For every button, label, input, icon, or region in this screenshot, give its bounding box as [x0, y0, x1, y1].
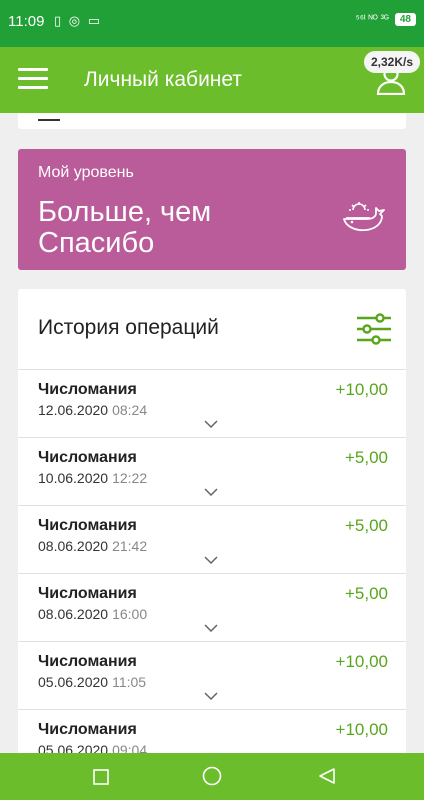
home-icon[interactable] [202, 766, 222, 786]
page-title: Личный кабинет [84, 68, 242, 91]
history-title: История операций [38, 316, 219, 339]
operation-amount: +5,00 [344, 448, 388, 467]
notification-icons: ▯ ◎ ▭ [54, 13, 103, 28]
chevron-down-icon[interactable] [204, 624, 218, 632]
hamburger-icon[interactable] [18, 68, 48, 90]
operation-time: 08:24 [112, 402, 148, 418]
operation-date: 08.06.2020 21:42 [38, 538, 148, 554]
operation-row[interactable]: Числомания 12.06.2020 08:24 +10,00 [18, 369, 406, 437]
level-value: Больше, чем Спасибо [38, 196, 212, 259]
operation-date: 12.06.2020 08:24 [38, 402, 148, 418]
operation-name: Числомания [38, 449, 137, 466]
operation-time: 11:05 [112, 674, 147, 690]
operation-amount: +10,00 [335, 380, 388, 399]
whale-icon [343, 202, 385, 232]
operation-row[interactable]: Числомания 05.06.2020 11:05 +10,00 [18, 641, 406, 709]
operation-row[interactable]: Числомания 10.06.2020 12:22 +5,00 [18, 437, 406, 505]
recent-apps-icon[interactable] [93, 769, 109, 785]
back-icon[interactable] [318, 767, 336, 785]
operation-name: Числомания [38, 381, 137, 398]
operation-time: 09:04 [112, 742, 148, 753]
signal-icon: ⁵⁶ᴵ ᴺᴼ ³ᴳ [355, 14, 389, 25]
operation-date: 08.06.2020 16:00 [38, 606, 148, 622]
network-speed-badge: 2,32K/s [363, 51, 420, 73]
operation-name: Числомания [38, 585, 137, 602]
operation-row[interactable]: Числомания 05.06.2020 09:04 +10,00 [18, 709, 406, 753]
operation-name: Числомания [38, 517, 137, 534]
system-nav-bar [0, 753, 424, 800]
level-card[interactable]: Мой уровень Больше, чем Спасибо [18, 149, 406, 270]
operation-row[interactable]: Числомания 08.06.2020 16:00 +5,00 [18, 573, 406, 641]
operations-list: Числомания 12.06.2020 08:24 +10,00 Числом… [18, 369, 406, 753]
operation-time: 12:22 [112, 470, 148, 486]
chevron-down-icon[interactable] [204, 556, 218, 564]
main-content: Мой уровень Больше, чем Спасибо История … [0, 113, 424, 753]
filter-sliders-icon[interactable] [356, 313, 392, 345]
operation-amount: +5,00 [344, 516, 388, 535]
status-right: ⁵⁶ᴵ ᴺᴼ ³ᴳ 48 [356, 13, 416, 26]
operation-amount: +10,00 [335, 720, 388, 739]
chevron-down-icon[interactable] [204, 692, 218, 700]
operation-time: 16:00 [112, 606, 148, 622]
operation-time: 21:42 [112, 538, 148, 554]
operation-name: Числомания [38, 653, 137, 670]
operation-amount: +5,00 [344, 584, 388, 603]
operation-name: Числомания [38, 721, 137, 738]
chevron-down-icon[interactable] [204, 420, 218, 428]
operation-date: 10.06.2020 12:22 [38, 470, 148, 486]
operation-row[interactable]: Числомания 08.06.2020 21:42 +5,00 [18, 505, 406, 573]
level-label: Мой уровень [38, 164, 134, 181]
operation-amount: +10,00 [335, 652, 388, 671]
app-bar: Личный кабинет [0, 47, 424, 113]
status-bar: 11:09 ▯ ◎ ▭ ⁵⁶ᴵ ᴺᴼ ³ᴳ 48 [0, 0, 424, 47]
operation-date: 05.06.2020 09:04 [38, 742, 147, 753]
battery-icon: 48 [394, 13, 416, 26]
chevron-down-icon[interactable] [204, 488, 218, 496]
status-time: 11:09 [8, 13, 45, 30]
divider [38, 119, 60, 121]
history-card: История операций Числомания 12.06.2020 08… [18, 289, 406, 753]
previous-card [18, 113, 406, 129]
operation-date: 05.06.2020 11:05 [38, 674, 147, 690]
